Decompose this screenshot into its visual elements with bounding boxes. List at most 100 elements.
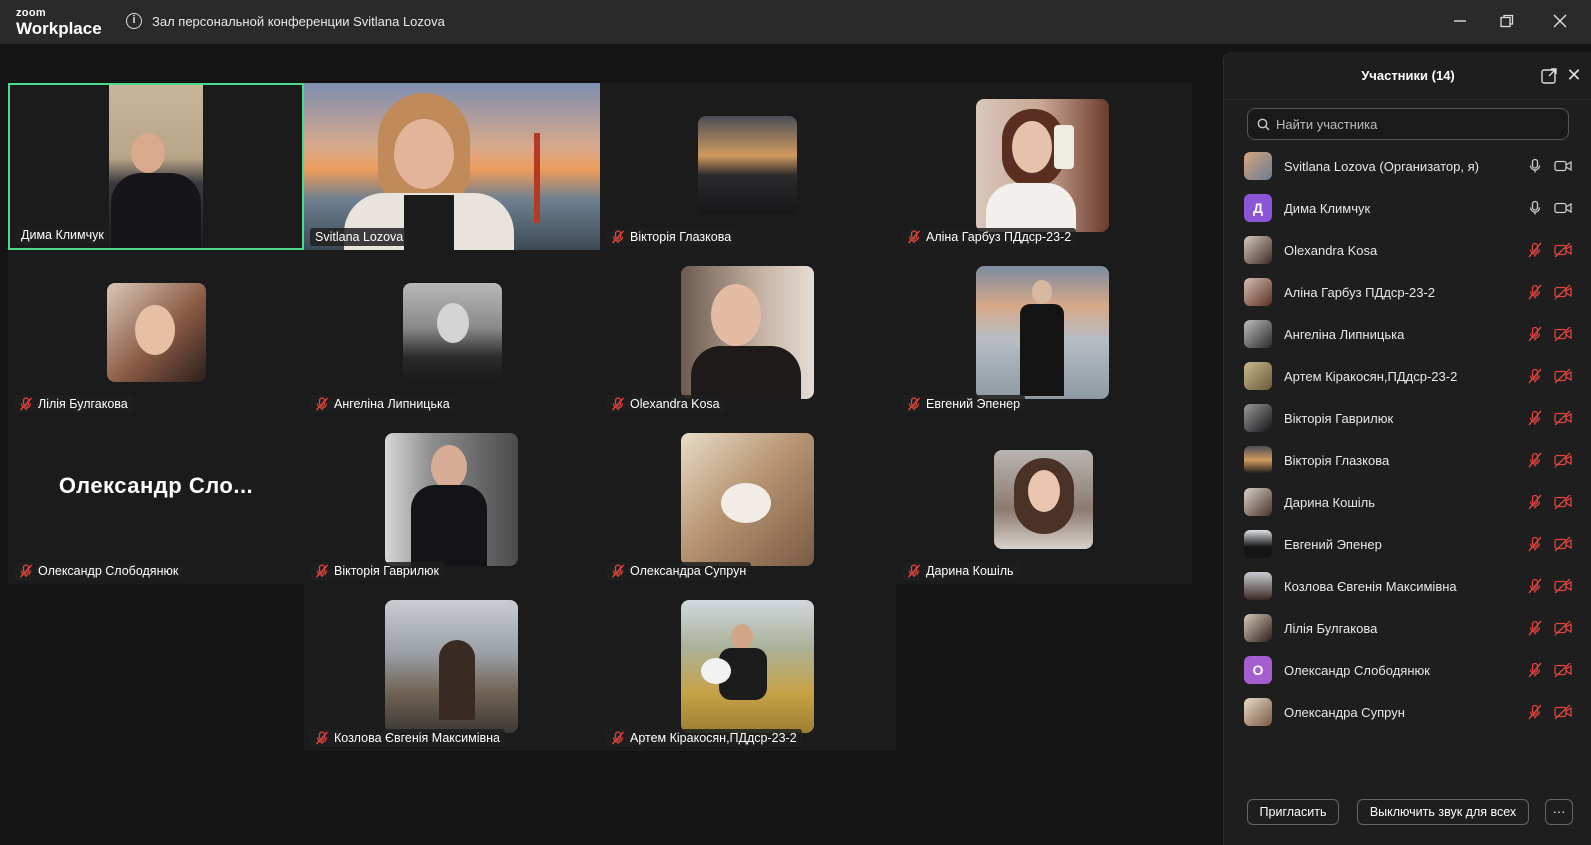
restore-icon[interactable] — [1493, 8, 1521, 34]
participant-video — [304, 83, 600, 250]
video-tile[interactable]: Дима Климчук — [8, 83, 304, 250]
video-tile[interactable]: Svitlana Lozova — [304, 83, 600, 250]
tile-name-tag: Олександра Супрун — [606, 562, 752, 580]
mic-muted-icon[interactable] — [1527, 620, 1543, 636]
close-window-icon[interactable] — [1546, 8, 1574, 34]
participant-row[interactable]: Аліна Гарбуз ПДдср-23-2 — [1224, 271, 1591, 313]
camera-icon[interactable] — [1554, 158, 1572, 174]
avatar — [1244, 278, 1272, 306]
mic-muted-icon — [611, 731, 625, 745]
participant-name: Вікторія Гаврилюк — [1284, 410, 1394, 426]
participant-row[interactable]: Ангеліна Липницька — [1224, 313, 1591, 355]
mic-muted-icon[interactable] — [1527, 578, 1543, 594]
participant-photo — [994, 450, 1093, 549]
mic-muted-icon[interactable] — [1527, 662, 1543, 678]
tile-name: Лілія Булгакова — [38, 397, 128, 411]
participant-row[interactable]: Вікторія Глазкова — [1224, 439, 1591, 481]
participant-row[interactable]: Svitlana Lozova (Организатор, я) — [1224, 145, 1591, 187]
participant-photo — [698, 116, 797, 215]
participant-name: Svitlana Lozova (Организатор, я) — [1284, 158, 1479, 174]
avatar — [1244, 404, 1272, 432]
mic-muted-icon[interactable] — [1527, 452, 1543, 468]
participant-photo — [976, 99, 1109, 232]
mic-muted-icon — [611, 230, 625, 244]
video-tile[interactable]: Козлова Євгенія Максимівна — [304, 584, 600, 751]
tile-name: Олександр Слободянюк — [38, 564, 179, 578]
participant-name: Вікторія Глазкова — [1284, 452, 1390, 468]
camera-off-icon[interactable] — [1554, 452, 1572, 468]
tile-name-tag: Евгений Эпенер — [902, 395, 1026, 413]
video-tile[interactable]: Олександр Сло... Олександр Слободянюк — [8, 417, 304, 584]
participant-name: Аліна Гарбуз ПДдср-23-2 — [1284, 284, 1435, 300]
minimize-icon[interactable] — [1446, 8, 1474, 34]
camera-off-icon[interactable] — [1554, 242, 1572, 258]
participant-row[interactable]: О Олександр Слободянюк — [1224, 649, 1591, 691]
invite-button[interactable]: Пригласить — [1247, 799, 1339, 825]
mic-icon[interactable] — [1527, 200, 1543, 216]
video-tile[interactable]: Артем Кіракосян,ПДдср-23-2 — [600, 584, 896, 751]
camera-off-icon[interactable] — [1554, 662, 1572, 678]
tile-name: Евгений Эпенер — [926, 397, 1021, 411]
popout-icon[interactable] — [1540, 67, 1558, 85]
mic-muted-icon[interactable] — [1527, 242, 1543, 258]
participant-name: Артем Кіракосян,ПДдср-23-2 — [1284, 368, 1458, 384]
video-tile[interactable]: Дарина Кошіль — [896, 417, 1192, 584]
zoom-workplace-logo: zoom Workplace — [16, 8, 102, 38]
participant-row[interactable]: Дарина Кошіль — [1224, 481, 1591, 523]
tile-name-tag: Дима Климчук — [16, 226, 109, 244]
camera-off-icon[interactable] — [1554, 620, 1572, 636]
participant-row[interactable]: Козлова Євгенія Максимівна — [1224, 565, 1591, 607]
participant-row[interactable]: Вікторія Гаврилюк — [1224, 397, 1591, 439]
video-tile[interactable]: Ангеліна Липницька — [304, 250, 600, 417]
participant-name: Евгений Эпенер — [1284, 536, 1382, 552]
participant-photo — [403, 283, 502, 382]
video-tile[interactable]: Олександра Супрун — [600, 417, 896, 584]
mic-muted-icon[interactable] — [1527, 368, 1543, 384]
video-tile[interactable]: Вікторія Глазкова — [600, 83, 896, 250]
mic-muted-icon — [907, 564, 921, 578]
video-tile[interactable]: Евгений Эпенер — [896, 250, 1192, 417]
tile-name-tag: Вікторія Глазкова — [606, 228, 737, 246]
camera-off-icon[interactable] — [1554, 578, 1572, 594]
tile-name-tag: Ангеліна Липницька — [310, 395, 455, 413]
participant-row[interactable]: Д Дима Климчук — [1224, 187, 1591, 229]
tile-name: Олександра Супрун — [630, 564, 747, 578]
video-tile[interactable]: Лілія Булгакова — [8, 250, 304, 417]
tile-name-tag: Олександр Слободянюк — [14, 562, 184, 580]
camera-off-icon[interactable] — [1554, 284, 1572, 300]
video-tile[interactable]: Olexandra Kosa — [600, 250, 896, 417]
search-participant-input[interactable] — [1247, 108, 1569, 140]
video-tile[interactable]: Аліна Гарбуз ПДдср-23-2 — [896, 83, 1192, 250]
participant-row[interactable]: Olexandra Kosa — [1224, 229, 1591, 271]
camera-off-icon[interactable] — [1554, 326, 1572, 342]
tile-name: Дарина Кошіль — [926, 564, 1014, 578]
participant-row[interactable]: Лілія Булгакова — [1224, 607, 1591, 649]
mic-muted-icon[interactable] — [1527, 410, 1543, 426]
mic-muted-icon[interactable] — [1527, 494, 1543, 510]
info-icon[interactable]: i — [126, 13, 142, 29]
mic-icon[interactable] — [1527, 158, 1543, 174]
mute-all-button[interactable]: Выключить звук для всех — [1357, 799, 1529, 825]
mic-muted-icon[interactable] — [1527, 326, 1543, 342]
participant-row[interactable]: Олександра Супрун — [1224, 691, 1591, 733]
camera-off-icon[interactable] — [1554, 494, 1572, 510]
mic-muted-icon[interactable] — [1527, 704, 1543, 720]
participant-photo — [107, 283, 206, 382]
participant-row[interactable]: Евгений Эпенер — [1224, 523, 1591, 565]
tile-name: Аліна Гарбуз ПДдср-23-2 — [926, 230, 1072, 244]
mic-muted-icon — [315, 397, 329, 411]
camera-off-icon[interactable] — [1554, 536, 1572, 552]
camera-icon[interactable] — [1554, 200, 1572, 216]
more-options-button[interactable]: ··· — [1545, 799, 1573, 825]
participant-photo — [976, 266, 1109, 399]
tile-name: Svitlana Lozova — [315, 230, 404, 244]
camera-off-icon[interactable] — [1554, 410, 1572, 426]
mic-muted-icon[interactable] — [1527, 284, 1543, 300]
close-panel-icon[interactable]: ✕ — [1564, 65, 1584, 85]
video-tile[interactable]: Вікторія Гаврилюк — [304, 417, 600, 584]
camera-off-icon[interactable] — [1554, 704, 1572, 720]
participant-name: Ангеліна Липницька — [1284, 326, 1405, 342]
mic-muted-icon[interactable] — [1527, 536, 1543, 552]
participant-row[interactable]: Артем Кіракосян,ПДдср-23-2 — [1224, 355, 1591, 397]
camera-off-icon[interactable] — [1554, 368, 1572, 384]
